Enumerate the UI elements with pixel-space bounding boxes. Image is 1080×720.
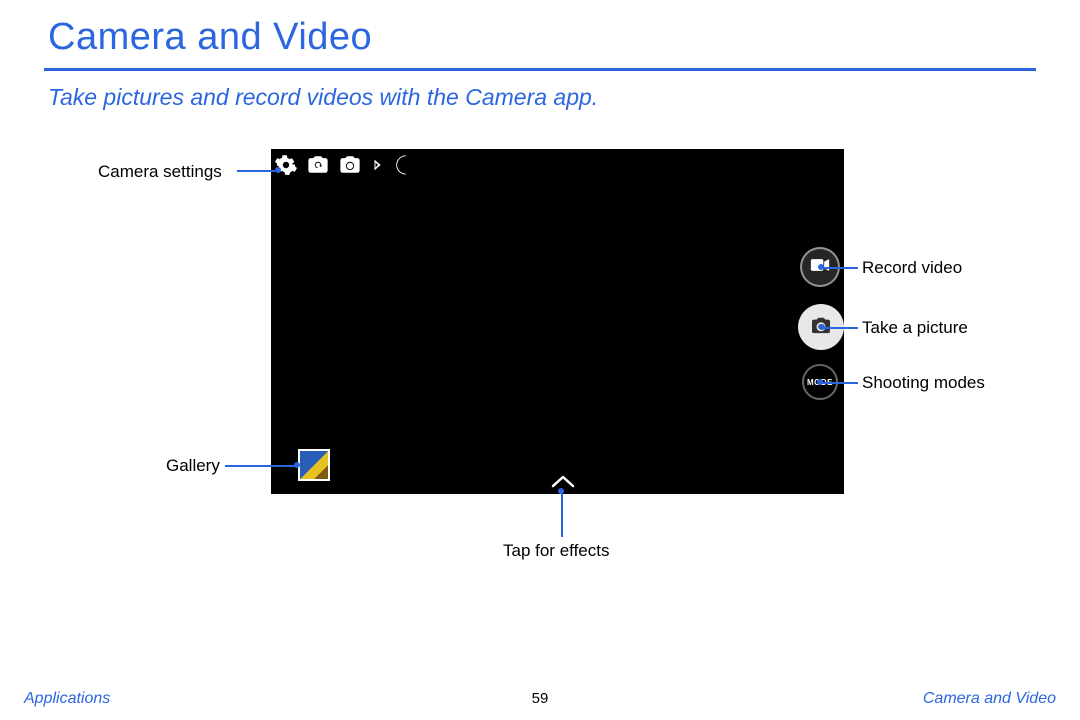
page-footer: Applications 59 Camera and Video bbox=[0, 690, 1080, 714]
camera-viewfinder bbox=[271, 149, 844, 494]
callout-camera-settings: Camera settings bbox=[98, 162, 222, 182]
manual-page: Camera and Video Take pictures and recor… bbox=[0, 0, 1080, 720]
camera-top-icons bbox=[275, 154, 415, 176]
chevron-up-icon[interactable] bbox=[551, 474, 575, 488]
title-rule bbox=[44, 68, 1036, 71]
leader-line bbox=[822, 267, 858, 269]
leader-line bbox=[822, 382, 858, 384]
leader-line bbox=[237, 170, 275, 172]
leader-dot bbox=[275, 167, 281, 173]
leader-dot bbox=[817, 379, 823, 385]
leader-dot bbox=[819, 324, 825, 330]
callout-record-video: Record video bbox=[862, 258, 962, 278]
callout-take-picture: Take a picture bbox=[862, 318, 968, 338]
leader-line bbox=[561, 491, 563, 537]
gallery-thumbnail[interactable] bbox=[298, 449, 330, 481]
footer-topic: Camera and Video bbox=[923, 690, 1056, 708]
leader-dot bbox=[818, 264, 824, 270]
callout-gallery: Gallery bbox=[166, 456, 220, 476]
leader-line bbox=[824, 327, 858, 329]
leader-dot bbox=[294, 462, 300, 468]
callout-shooting-modes: Shooting modes bbox=[862, 373, 985, 393]
leader-line bbox=[225, 465, 295, 467]
page-subtitle: Take pictures and record videos with the… bbox=[48, 84, 598, 111]
night-moon-icon[interactable] bbox=[393, 154, 415, 176]
hdr-camera-icon[interactable] bbox=[339, 154, 361, 176]
switch-camera-icon[interactable] bbox=[307, 154, 329, 176]
chevron-right-icon[interactable] bbox=[371, 154, 383, 176]
leader-dot bbox=[558, 488, 564, 494]
page-title: Camera and Video bbox=[48, 16, 372, 59]
footer-page-number: 59 bbox=[0, 690, 1080, 707]
callout-tap-effects: Tap for effects bbox=[503, 541, 609, 561]
